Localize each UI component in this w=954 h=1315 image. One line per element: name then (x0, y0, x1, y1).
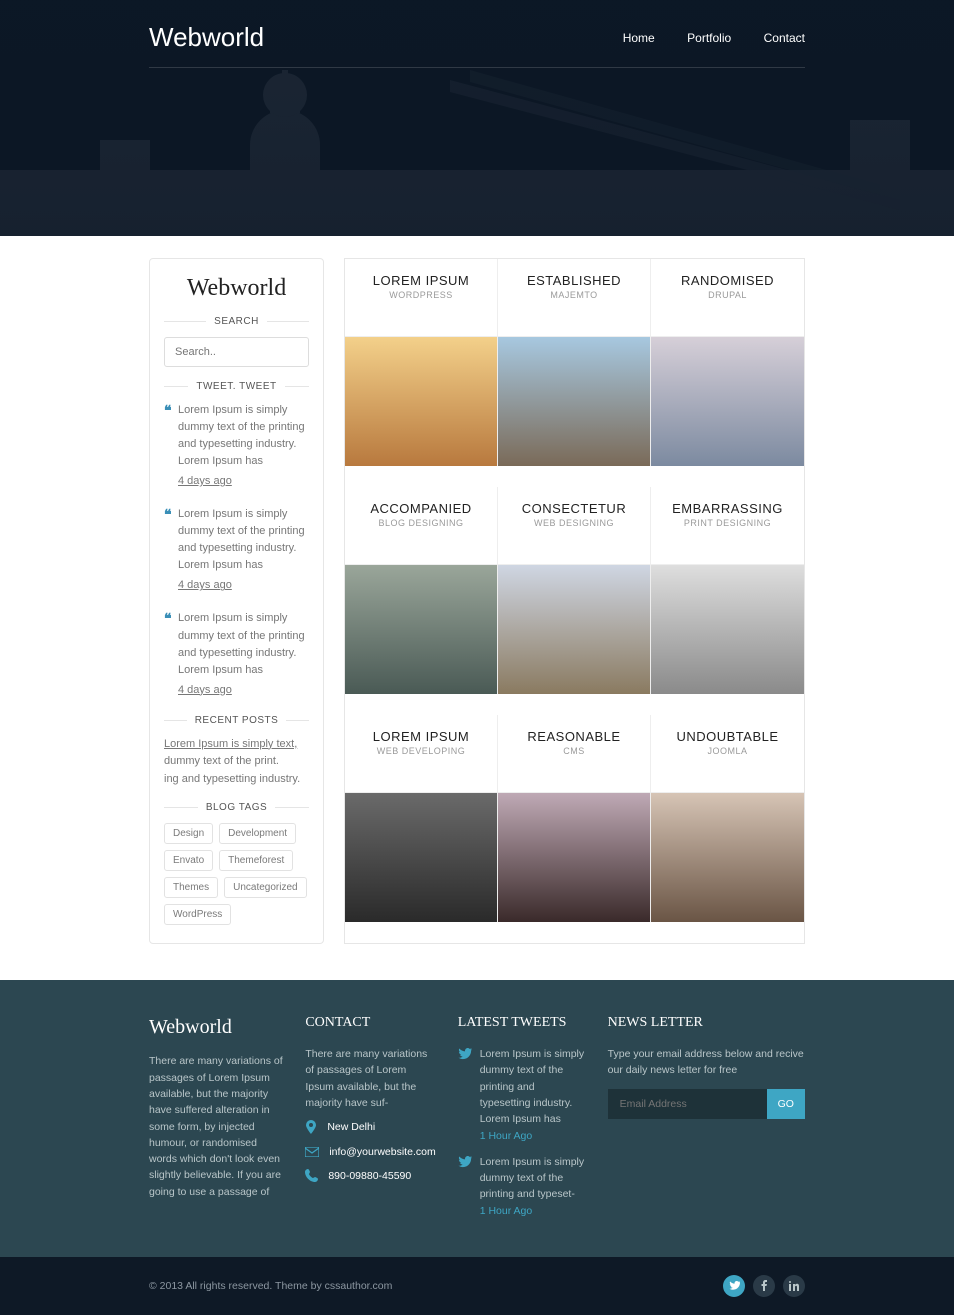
twitter-icon[interactable] (723, 1275, 745, 1297)
quote-icon: ❝ (164, 608, 172, 630)
portfolio-image[interactable] (651, 337, 804, 466)
portfolio-item-head[interactable]: ACCOMPANIEDBLOG DESIGNING (345, 487, 498, 565)
footer-tweet: Lorem Ipsum is simply dummy text of the … (458, 1046, 586, 1144)
twitter-icon (458, 1156, 472, 1168)
recent-post[interactable]: Lorem Ipsum is simply text, dummy text o… (164, 736, 309, 789)
footer-about: There are many variations of passages of… (149, 1053, 283, 1199)
tag[interactable]: Uncategorized (224, 877, 306, 898)
newsletter-heading: NEWS LETTER (608, 1012, 805, 1034)
contact-city-row: New Delhi (305, 1119, 435, 1135)
quote-icon: ❝ (164, 400, 172, 422)
twitter-icon (458, 1048, 472, 1060)
facebook-icon[interactable] (753, 1275, 775, 1297)
footer-logo: Webworld (149, 1012, 283, 1043)
recent-heading: RECENT POSTS (195, 715, 279, 726)
portfolio-image[interactable] (498, 565, 651, 694)
tweet-timestamp[interactable]: 4 days ago (178, 577, 232, 594)
tweet-timestamp[interactable]: 4 days ago (178, 682, 232, 699)
latest-tweets-heading: LATEST TWEETS (458, 1012, 586, 1034)
phone-icon (305, 1169, 318, 1182)
nav-home[interactable]: Home (623, 31, 655, 45)
linkedin-icon[interactable] (783, 1275, 805, 1297)
portfolio-item-head[interactable]: LOREM IPSUMWORDPRESS (345, 259, 498, 337)
portfolio-item-head[interactable]: LOREM IPSUMWEB DEVELOPING (345, 715, 498, 793)
portfolio-image[interactable] (498, 793, 651, 922)
newsletter-text: Type your email address below and recive… (608, 1046, 805, 1079)
contact-heading: CONTACT (305, 1012, 435, 1034)
tweet-timestamp[interactable]: 4 days ago (178, 473, 232, 490)
portfolio-image[interactable] (345, 565, 498, 694)
portfolio-item-head[interactable]: REASONABLECMS (498, 715, 651, 793)
sidebar-tweet: ❝Lorem Ipsum is simply dummy text of the… (164, 506, 309, 594)
sidebar-tweet: ❝Lorem Ipsum is simply dummy text of the… (164, 402, 309, 490)
copyright: © 2013 All rights reserved. Theme by css… (149, 1280, 392, 1292)
portfolio-item-head[interactable]: EMBARRASSINGPRINT DESIGNING (651, 487, 804, 565)
search-input[interactable] (164, 337, 309, 367)
portfolio-image[interactable] (651, 565, 804, 694)
sidebar-brand: Webworld (164, 275, 309, 302)
tweets-heading: TWEET. TWEET (196, 381, 276, 392)
tag[interactable]: Themes (164, 877, 218, 898)
mail-icon (305, 1147, 319, 1157)
newsletter-submit-button[interactable]: GO (767, 1089, 805, 1119)
portfolio-image[interactable] (498, 337, 651, 466)
hero: Webworld Home Portfolio Contact (0, 0, 954, 236)
tweet-timestamp[interactable]: 1 Hour Ago (480, 1205, 533, 1217)
portfolio-image[interactable] (345, 337, 498, 466)
contact-phone-row: 890-09880-45590 (305, 1168, 435, 1184)
tag[interactable]: WordPress (164, 904, 231, 925)
contact-email-row[interactable]: info@yourwebsite.com (305, 1144, 435, 1160)
search-heading: SEARCH (214, 316, 259, 327)
footer-tweet: Lorem Ipsum is simply dummy text of the … (458, 1154, 586, 1219)
nav-contact[interactable]: Contact (764, 31, 805, 45)
site-logo[interactable]: Webworld (149, 22, 264, 53)
sidebar-tweet: ❝Lorem Ipsum is simply dummy text of the… (164, 610, 309, 698)
portfolio-item-head[interactable]: RANDOMISEDDRUPAL (651, 259, 804, 337)
sidebar: Webworld SEARCH TWEET. TWEET ❝Lorem Ipsu… (149, 258, 324, 944)
nav-portfolio[interactable]: Portfolio (687, 31, 731, 45)
contact-intro: There are many variations of passages of… (305, 1046, 435, 1111)
location-icon (305, 1120, 317, 1134)
tags-heading: BLOG TAGS (206, 802, 267, 813)
tweet-timestamp[interactable]: 1 Hour Ago (480, 1130, 533, 1142)
tag[interactable]: Themeforest (219, 850, 293, 871)
portfolio-item-head[interactable]: ESTABLISHEDMAJEMTO (498, 259, 651, 337)
portfolio-item-head[interactable]: CONSECTETURWEB DESIGNING (498, 487, 651, 565)
portfolio-image[interactable] (651, 793, 804, 922)
quote-icon: ❝ (164, 504, 172, 526)
portfolio-image[interactable] (345, 793, 498, 922)
tag[interactable]: Design (164, 823, 213, 844)
bottom-bar: © 2013 All rights reserved. Theme by css… (0, 1257, 954, 1315)
portfolio-item-head[interactable]: UNDOUBTABLEJOOMLA (651, 715, 804, 793)
tag[interactable]: Development (219, 823, 296, 844)
newsletter-email-input[interactable] (608, 1089, 767, 1119)
portfolio-grid: LOREM IPSUMWORDPRESSESTABLISHEDMAJEMTORA… (344, 258, 805, 944)
footer: Webworld There are many variations of pa… (0, 980, 954, 1256)
main-nav: Home Portfolio Contact (595, 29, 805, 47)
tag[interactable]: Envato (164, 850, 213, 871)
